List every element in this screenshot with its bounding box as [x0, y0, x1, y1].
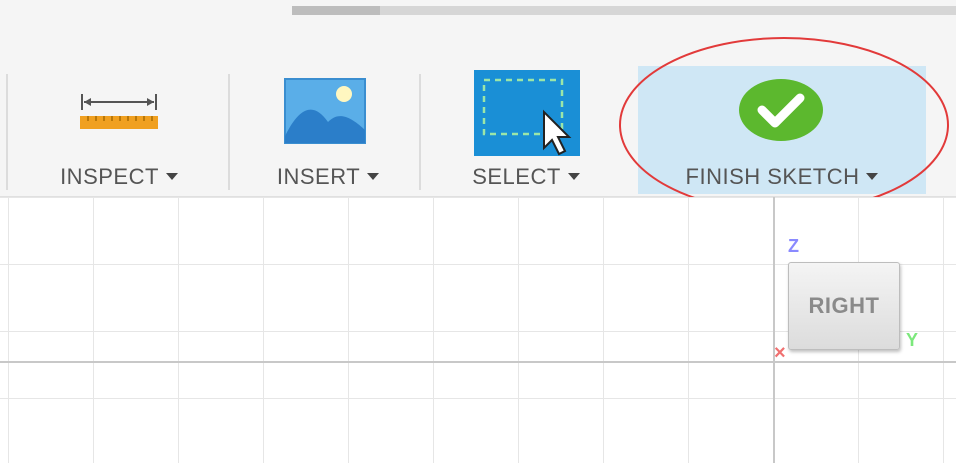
highlight-ellipse — [619, 37, 949, 213]
toolbar-divider — [228, 74, 230, 190]
toolbar-divider — [419, 74, 421, 190]
inspect-label: INSPECT — [30, 164, 208, 190]
select-label: SELECT — [444, 164, 608, 190]
toolbar-scrollbar[interactable] — [292, 6, 956, 15]
image-icon — [284, 78, 366, 149]
select-button[interactable]: SELECT — [444, 66, 608, 194]
axis-z-label: Z — [788, 236, 799, 256]
chevron-down-icon — [165, 172, 178, 180]
view-cube[interactable]: Z RIGHT Y × — [770, 232, 920, 372]
axis-x-marker: × — [774, 342, 786, 364]
select-label-text: SELECT — [472, 164, 561, 189]
view-cube-face-label: RIGHT — [808, 293, 880, 318]
ruler-icon — [78, 92, 160, 137]
insert-label-text: INSERT — [276, 164, 361, 189]
selection-box-icon — [474, 70, 580, 161]
scrollbar-thumb[interactable] — [292, 6, 380, 15]
inspect-label-text: INSPECT — [60, 164, 159, 189]
insert-button[interactable]: INSERT — [248, 66, 408, 194]
axis-y-label: Y — [906, 330, 919, 350]
inspect-button[interactable]: INSPECT — [30, 66, 208, 194]
insert-label: INSERT — [248, 164, 408, 190]
chevron-down-icon — [567, 172, 580, 180]
view-cube-face[interactable]: RIGHT — [788, 262, 900, 350]
toolbar-divider — [6, 74, 8, 190]
chevron-down-icon — [367, 172, 380, 180]
